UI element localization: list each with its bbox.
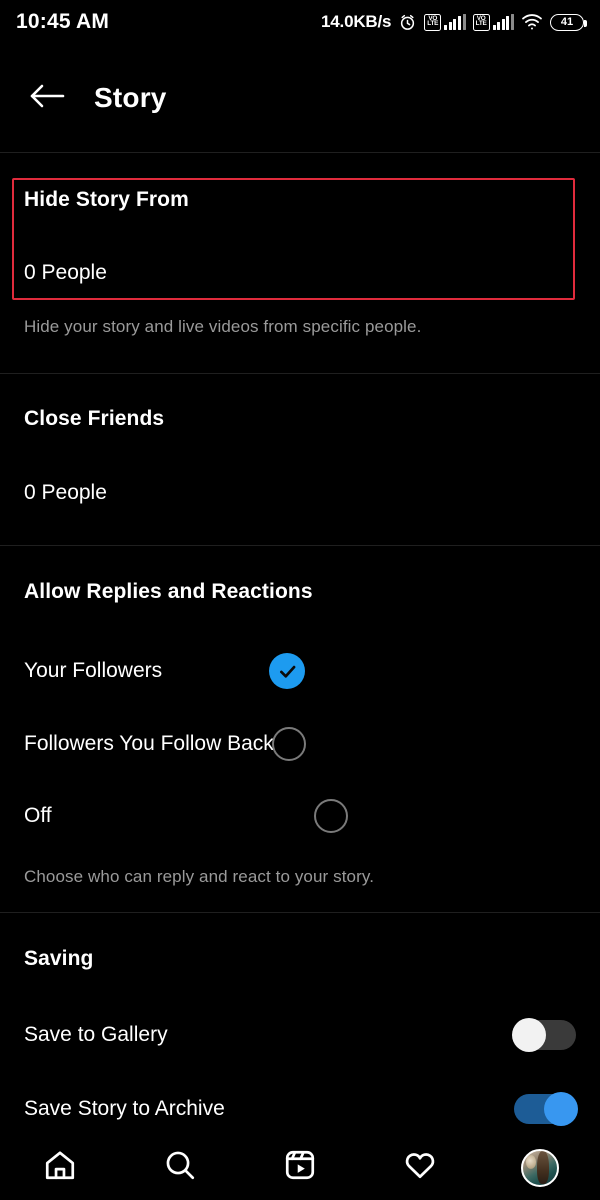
toggle-row-save-to-gallery[interactable]: Save to Gallery xyxy=(24,1018,576,1052)
status-bar-time: 10:45 AM xyxy=(16,10,110,33)
radio-unselected-off[interactable] xyxy=(313,799,348,833)
profile-avatar xyxy=(521,1148,559,1187)
app-header: Story xyxy=(0,44,600,152)
status-bar-icons: 14.0KB/s VO LTE VO LTE 41 xyxy=(321,12,587,32)
story-settings-screen: 10:45 AM 14.0KB/s VO LTE VO LTE 41 Story… xyxy=(0,0,600,1200)
hide-story-value: 0 People xyxy=(24,261,107,284)
battery-level-label: 41 xyxy=(560,16,574,28)
battery-indicator: 41 xyxy=(550,13,587,31)
hide-story-description: Hide your story and live videos from spe… xyxy=(24,317,422,336)
toggle-knob-save-to-gallery xyxy=(512,1018,546,1052)
option-label-your-followers: Your Followers xyxy=(24,659,163,682)
option-row-followers-you-follow-back[interactable]: Followers You Follow Back xyxy=(24,727,576,761)
section-close-friends[interactable]: Close Friends 0 People xyxy=(0,407,600,505)
alarm-clock-icon xyxy=(398,13,417,32)
page-title: Story xyxy=(94,82,167,113)
sim2-signal: VO LTE xyxy=(472,13,514,31)
nav-reels[interactable] xyxy=(270,1138,330,1198)
back-button[interactable] xyxy=(24,75,70,121)
saving-title: Saving xyxy=(24,947,94,970)
volte-icon-2: VO LTE xyxy=(472,13,490,31)
radio-selected-your-followers[interactable] xyxy=(269,653,306,689)
section-hide-story[interactable]: Hide Story From 0 People Hide your story… xyxy=(0,188,600,337)
status-bar: 10:45 AM 14.0KB/s VO LTE VO LTE 41 xyxy=(0,0,600,44)
option-row-your-followers[interactable]: Your Followers xyxy=(24,653,576,689)
allow-replies-title: Allow Replies and Reactions xyxy=(24,580,313,603)
section-allow-replies: Allow Replies and Reactions Your Followe… xyxy=(0,580,600,887)
nav-profile[interactable] xyxy=(510,1138,570,1198)
nav-search[interactable] xyxy=(150,1138,210,1198)
hide-story-title: Hide Story From xyxy=(24,188,189,211)
toggle-save-to-gallery[interactable] xyxy=(512,1018,576,1052)
option-label-off: Off xyxy=(24,804,52,827)
heart-icon xyxy=(403,1148,437,1187)
signal-bars-1 xyxy=(444,14,466,30)
section-saving: Saving Save to Gallery Save Story to Arc… xyxy=(0,947,600,1126)
search-icon xyxy=(163,1148,197,1187)
option-row-off[interactable]: Off xyxy=(24,799,576,833)
allow-replies-description: Choose who can reply and react to your s… xyxy=(24,867,375,886)
signal-bars-2 xyxy=(492,14,514,30)
volte-bottom-2: LTE xyxy=(475,20,487,27)
divider-after-hide-story xyxy=(0,373,600,374)
volte-bottom-1: LTE xyxy=(427,20,439,27)
reels-icon xyxy=(283,1148,317,1187)
toggle-label-save-to-gallery: Save to Gallery xyxy=(24,1023,168,1046)
divider-after-close-friends xyxy=(0,545,600,546)
toggle-row-save-story-to-archive[interactable]: Save Story to Archive xyxy=(24,1092,578,1126)
network-speed-label: 14.0KB/s xyxy=(321,12,392,31)
radio-unselected-followers-you-follow-back[interactable] xyxy=(271,727,306,761)
close-friends-title: Close Friends xyxy=(24,407,165,430)
nav-home[interactable] xyxy=(30,1138,90,1198)
volte-icon-1: VO LTE xyxy=(424,13,442,31)
nav-activity[interactable] xyxy=(390,1138,450,1198)
toggle-label-save-story-to-archive: Save Story to Archive xyxy=(24,1097,225,1120)
toggle-knob-save-story-to-archive xyxy=(544,1092,578,1126)
close-friends-value: 0 People xyxy=(24,481,107,504)
option-label-followers-you-follow-back: Followers You Follow Back xyxy=(24,732,274,755)
toggle-save-story-to-archive[interactable] xyxy=(514,1092,578,1126)
home-icon xyxy=(43,1148,77,1187)
divider-after-allow-replies xyxy=(0,912,600,913)
bottom-navigation-bar xyxy=(0,1135,600,1200)
back-arrow-icon xyxy=(28,81,66,116)
header-divider xyxy=(0,152,600,153)
wifi-icon xyxy=(521,13,543,31)
sim1-signal: VO LTE xyxy=(424,13,466,31)
